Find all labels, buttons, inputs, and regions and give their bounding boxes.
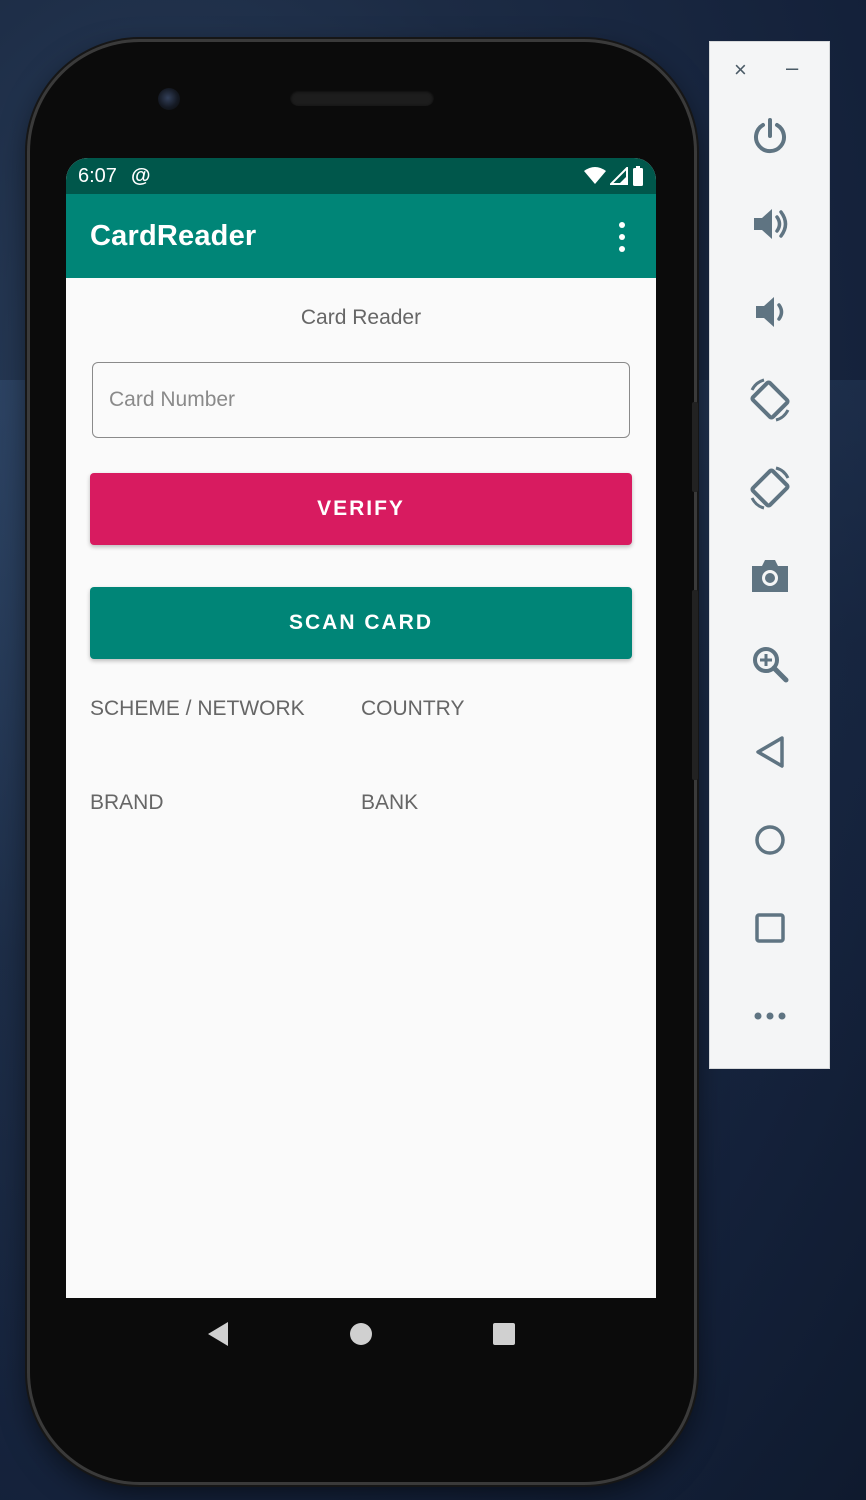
more-icon[interactable] <box>744 990 796 1042</box>
overview-icon[interactable] <box>744 902 796 954</box>
rotate-left-icon[interactable] <box>744 374 796 426</box>
nav-back-icon[interactable] <box>198 1314 238 1354</box>
nav-home-icon[interactable] <box>341 1314 381 1354</box>
phone-volume-key <box>692 590 698 780</box>
status-time: 6:07 <box>78 164 117 187</box>
scheme-network-label: SCHEME / NETWORK <box>90 697 305 720</box>
verify-button[interactable]: VERIFY <box>90 473 632 545</box>
battery-icon <box>633 166 643 186</box>
phone-frame: 6:07 @ CardReader Card Reader Card Numbe… <box>30 42 698 1482</box>
rotate-right-icon[interactable] <box>744 462 796 514</box>
volume-down-icon[interactable] <box>744 286 796 338</box>
app-title: CardReader <box>90 219 257 252</box>
front-camera <box>158 88 180 110</box>
emulator-window-controls: × – <box>710 57 831 82</box>
earpiece-speaker <box>290 90 434 106</box>
scan-card-button[interactable]: SCAN CARD <box>90 587 632 659</box>
camera-icon[interactable] <box>744 550 796 602</box>
status-bar: 6:07 @ <box>66 158 656 194</box>
status-icons <box>584 166 644 186</box>
overflow-menu-icon[interactable] <box>616 222 628 252</box>
device-screen: 6:07 @ CardReader Card Reader Card Numbe… <box>66 158 656 1298</box>
zoom-icon[interactable] <box>744 638 796 690</box>
wifi-icon <box>584 167 606 184</box>
country-label: COUNTRY <box>361 697 465 720</box>
emulator-toolbar: × – <box>709 41 830 1069</box>
system-nav-bar <box>66 1298 656 1370</box>
power-icon[interactable] <box>744 110 796 162</box>
back-icon[interactable] <box>744 726 796 778</box>
minimize-icon[interactable]: – <box>786 57 798 79</box>
app-bar: CardReader <box>66 194 656 278</box>
brand-label: BRAND <box>90 791 164 814</box>
close-icon[interactable]: × <box>734 58 747 82</box>
notification-at-icon: @ <box>130 164 151 187</box>
cell-signal-icon <box>610 167 628 185</box>
page-heading: Card Reader <box>300 306 422 329</box>
home-icon[interactable] <box>744 814 796 866</box>
bank-label: BANK <box>361 791 419 814</box>
card-number-input[interactable] <box>92 362 630 438</box>
phone-power-key <box>692 402 698 492</box>
volume-up-icon[interactable] <box>744 198 796 250</box>
main-content: Card Reader VERIFY SCAN CARD SCHEME / NE… <box>66 278 656 1298</box>
nav-recents-icon[interactable] <box>484 1314 524 1354</box>
